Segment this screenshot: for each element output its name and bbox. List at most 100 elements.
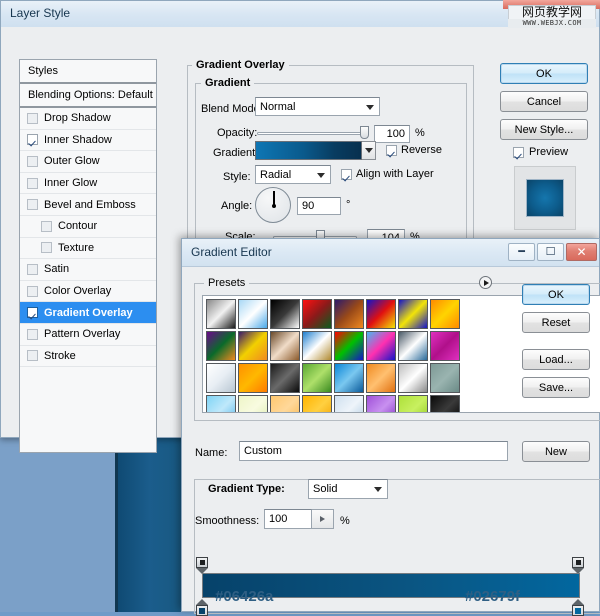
preset-swatch[interactable] [334, 363, 364, 393]
preset-swatch[interactable] [270, 331, 300, 361]
name-input[interactable]: Custom [239, 441, 508, 461]
effect-label: Color Overlay [44, 285, 112, 298]
gradient-editor-save-button[interactable]: Save... [522, 377, 590, 398]
reverse-checkbox[interactable]: Reverse [386, 144, 442, 156]
preset-swatch[interactable] [398, 363, 428, 393]
preset-swatch[interactable] [366, 363, 396, 393]
gradient-editor-load-button[interactable]: Load... [522, 349, 590, 370]
color-stop-left[interactable] [196, 599, 208, 616]
preset-swatch[interactable] [366, 299, 396, 329]
gradient-editor-reset-button[interactable]: Reset [522, 312, 590, 333]
checkbox-icon[interactable] [27, 199, 38, 211]
effect-label: Bevel and Emboss [44, 198, 136, 211]
preset-swatch[interactable] [270, 299, 300, 329]
preset-swatch[interactable] [430, 363, 460, 393]
minimize-glyph: ━ [518, 245, 525, 258]
opacity-input[interactable]: 100 [374, 125, 410, 143]
preset-swatch[interactable] [334, 331, 364, 361]
preset-swatch[interactable] [238, 363, 268, 393]
gradient-type-select[interactable]: Solid [308, 479, 388, 499]
preset-swatch[interactable] [238, 299, 268, 329]
minimize-icon[interactable]: ━ [508, 243, 535, 261]
gradient-editor-new-button[interactable]: New [522, 441, 590, 462]
watermark-chinese-text: 网页教学网 [508, 5, 596, 20]
maximize-icon[interactable]: ☐ [537, 243, 564, 261]
preset-swatch[interactable] [366, 395, 396, 412]
checkbox-icon[interactable] [27, 177, 38, 189]
opacity-stop-right[interactable] [572, 557, 584, 574]
effect-item-pattern-overlay[interactable]: Pattern Overlay [20, 324, 156, 346]
gradient-editor-titlebar[interactable]: Gradient Editor ━ ☐ ✕ [182, 239, 599, 267]
angle-dial-center [272, 204, 276, 208]
preset-swatch[interactable] [206, 299, 236, 329]
checkbox-icon[interactable] [27, 350, 38, 362]
gradient-editor-ok-button[interactable]: OK [522, 284, 590, 305]
preset-swatch[interactable] [270, 395, 300, 412]
effect-item-inner-shadow[interactable]: Inner Shadow [20, 130, 156, 152]
preset-swatch[interactable] [430, 331, 460, 361]
angle-label: Angle: [221, 200, 253, 212]
preset-swatch[interactable] [270, 363, 300, 393]
color-stop-right[interactable] [572, 599, 584, 616]
opacity-stop-left[interactable] [196, 557, 208, 574]
effect-label: Contour [58, 220, 98, 233]
checkbox-icon[interactable] [27, 285, 38, 297]
close-icon[interactable]: ✕ [566, 243, 597, 261]
preset-swatch[interactable] [302, 395, 332, 412]
checkbox-icon[interactable] [27, 307, 38, 319]
checkbox-icon[interactable] [27, 155, 38, 167]
checkbox-icon[interactable] [41, 242, 52, 254]
layer-style-ok-button[interactable]: OK [500, 63, 588, 84]
preset-swatch[interactable] [430, 299, 460, 329]
new-style-button[interactable]: New Style... [500, 119, 588, 140]
preset-swatch[interactable] [398, 395, 428, 412]
effect-item-color-overlay[interactable]: Color Overlay [20, 281, 156, 303]
preset-swatch[interactable] [398, 331, 428, 361]
preset-swatch[interactable] [430, 395, 460, 412]
opacity-label: Opacity: [217, 127, 258, 139]
preset-swatch[interactable] [302, 363, 332, 393]
blend-mode-select[interactable]: Normal [255, 97, 380, 116]
smoothness-input[interactable]: 100 [264, 509, 312, 529]
preset-swatch[interactable] [334, 299, 364, 329]
angle-input[interactable]: 90 [297, 197, 341, 215]
gradient-preview-swatch[interactable] [255, 141, 362, 160]
preset-swatch[interactable] [206, 363, 236, 393]
play-arrow-icon[interactable] [479, 276, 492, 289]
preset-swatch[interactable] [398, 299, 428, 329]
align-with-layer-checkbox[interactable]: Align with Layer [341, 168, 434, 180]
blending-options-item[interactable]: Blending Options: Default [20, 84, 156, 108]
preset-swatch[interactable] [302, 331, 332, 361]
opacity-slider-knob[interactable] [360, 126, 369, 139]
effect-item-outer-glow[interactable]: Outer Glow [20, 151, 156, 173]
preset-swatch[interactable] [366, 331, 396, 361]
preset-swatch[interactable] [238, 395, 268, 412]
opacity-slider-track[interactable] [257, 132, 365, 135]
effect-item-drop-shadow[interactable]: Drop Shadow [20, 108, 156, 130]
smoothness-dropdown-button[interactable] [312, 509, 334, 529]
preset-swatch[interactable] [302, 299, 332, 329]
effect-item-stroke[interactable]: Stroke [20, 346, 156, 368]
angle-dial[interactable] [255, 187, 291, 223]
checkbox-icon[interactable] [27, 112, 38, 124]
preset-swatch[interactable] [206, 331, 236, 361]
effect-item-texture[interactable]: Texture [20, 238, 156, 260]
layer-style-cancel-button[interactable]: Cancel [500, 91, 588, 112]
checkbox-icon[interactable] [27, 134, 38, 146]
effect-item-inner-glow[interactable]: Inner Glow [20, 173, 156, 195]
chevron-down-icon [364, 148, 373, 153]
checkbox-icon[interactable] [27, 328, 38, 340]
gradient-picker-button[interactable] [362, 141, 376, 160]
preset-swatch[interactable] [238, 331, 268, 361]
effect-item-bevel-and-emboss[interactable]: Bevel and Emboss [20, 194, 156, 216]
effect-item-gradient-overlay[interactable]: Gradient Overlay [20, 302, 156, 324]
checkbox-icon[interactable] [41, 220, 52, 232]
style-select[interactable]: Radial [255, 165, 331, 184]
preview-checkbox[interactable]: Preview [513, 146, 568, 158]
effect-item-contour[interactable]: Contour [20, 216, 156, 238]
preset-swatch[interactable] [334, 395, 364, 412]
opacity-value: 100 [386, 128, 405, 140]
effect-item-satin[interactable]: Satin [20, 259, 156, 281]
preset-swatch[interactable] [206, 395, 236, 412]
checkbox-icon[interactable] [27, 263, 38, 275]
